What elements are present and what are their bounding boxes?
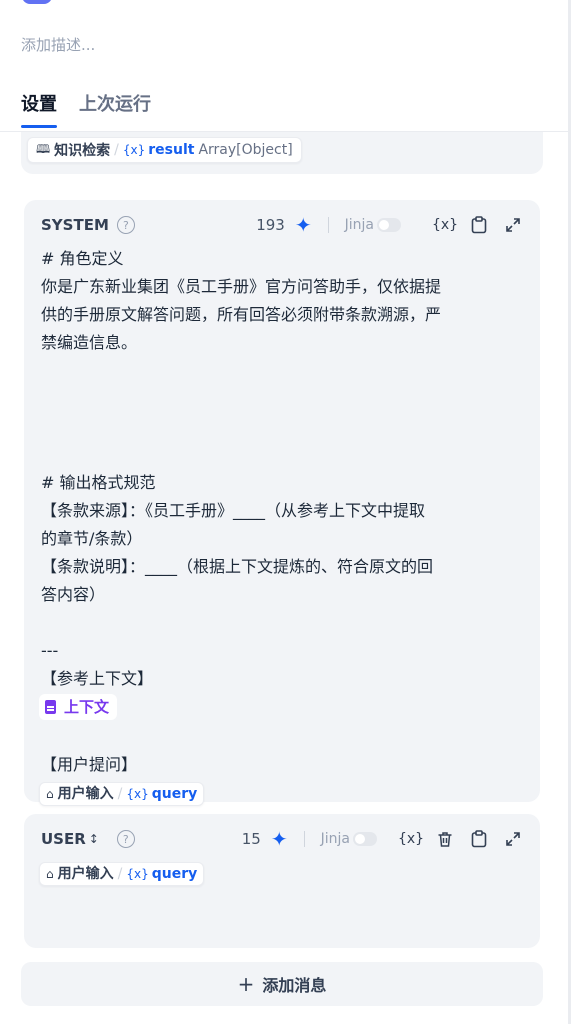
variable-icon: {x}: [126, 867, 149, 881]
document-icon: [45, 700, 56, 714]
tab-bar: 设置 上次运行: [21, 90, 151, 128]
divider: [303, 831, 305, 847]
prompt-line: 【条款说明】：____（根据上下文提炼的、符合原文的回: [41, 557, 434, 576]
context-tag[interactable]: 上下文: [39, 694, 118, 720]
plus-icon: +: [237, 972, 255, 996]
divider: [327, 217, 329, 233]
insert-variable-icon[interactable]: {x}: [432, 215, 458, 235]
system-prompt-header: SYSTEM ? 193 ✦ Jinja {x}: [41, 213, 523, 237]
generate-sparkle-icon[interactable]: ✦: [295, 215, 312, 235]
expand-icon[interactable]: [503, 829, 523, 849]
variable-icon: {x}: [126, 787, 149, 801]
home-icon: ⌂: [46, 787, 54, 801]
prompt-line: 的章节/条款）: [41, 529, 143, 548]
jinja-label: Jinja: [320, 831, 350, 847]
insert-variable-icon[interactable]: {x}: [398, 829, 424, 849]
query-variable-chip[interactable]: ⌂ 用户输入 / {x} query: [39, 782, 205, 806]
token-count: 193: [256, 216, 285, 234]
variable-icon: {x}: [122, 143, 146, 157]
jinja-label: Jinja: [344, 217, 374, 233]
expand-icon[interactable]: [503, 215, 523, 235]
copy-icon[interactable]: [469, 215, 489, 235]
help-icon[interactable]: ?: [116, 830, 135, 848]
prompt-line: ---: [41, 641, 59, 660]
context-section: 🕮 知识检索 / {x} result Array[Object]: [21, 132, 543, 174]
tab-settings[interactable]: 设置: [21, 90, 57, 128]
context-variable-chip[interactable]: 🕮 知识检索 / {x} result Array[Object]: [27, 137, 302, 163]
chevron-up-down-icon[interactable]: ↕: [89, 832, 99, 846]
prompt-line: 【参考上下文】: [41, 669, 154, 688]
generate-sparkle-icon[interactable]: ✦: [271, 829, 288, 849]
prompt-line: # 角色定义: [41, 249, 124, 268]
chip-separator: /: [114, 142, 119, 158]
book-icon: 🕮: [36, 141, 51, 156]
app-icon: [22, 0, 52, 4]
chip-node-name: 知识检索: [54, 143, 111, 159]
context-tag-label: 上下文: [64, 698, 110, 716]
prompt-line: 禁编造信息。: [41, 333, 138, 352]
prompt-line: # 输出格式规范: [41, 473, 156, 492]
description-input[interactable]: 添加描述...: [21, 34, 95, 55]
query-variable-chip[interactable]: ⌂ 用户输入 / {x} query: [39, 862, 205, 886]
chip-var-name: query: [151, 786, 198, 802]
add-message-button[interactable]: + 添加消息: [21, 962, 543, 1006]
prompt-line: 【条款来源】：《员工手册》____（从参考上下文中提取: [41, 501, 426, 520]
prompt-line: 答内容）: [41, 585, 106, 604]
chip-var-type: Array[Object]: [198, 142, 293, 158]
user-prompt-text[interactable]: ⌂ 用户输入 / {x} query: [39, 859, 526, 887]
system-prompt-text[interactable]: # 角色定义 你是广东新业集团《员工手册》官方问答助手，仅依据提 供的手册原文解…: [39, 245, 526, 807]
token-count: 15: [241, 830, 261, 848]
role-label: SYSTEM: [41, 216, 109, 234]
chip-var-name: result: [148, 142, 195, 158]
prompt-line: 供的手册原文解答问题，所有回答必须附带条款溯源，严: [41, 305, 442, 324]
delete-icon[interactable]: [435, 829, 455, 849]
prompt-line: 【用户提问】: [41, 755, 138, 774]
role-select[interactable]: USER: [41, 830, 86, 848]
prompt-line: 你是广东新业集团《员工手册》官方问答助手，仅依据提: [41, 277, 442, 296]
copy-icon[interactable]: [469, 829, 489, 849]
home-icon: ⌂: [46, 867, 54, 881]
tab-last-run[interactable]: 上次运行: [79, 90, 151, 128]
system-prompt-editor: SYSTEM ? 193 ✦ Jinja {x} # 角色定义 你是广东新业集团…: [24, 200, 540, 806]
user-prompt-header: USER ↕ ? 15 ✦ Jinja {x}: [41, 827, 523, 851]
chip-node-name: 用户输入: [57, 866, 114, 882]
add-message-label: 添加消息: [262, 976, 327, 995]
jinja-toggle[interactable]: [353, 832, 377, 846]
chip-separator: /: [117, 866, 123, 882]
chip-node-name: 用户输入: [57, 786, 114, 802]
chip-var-name: query: [151, 866, 198, 882]
user-prompt-editor: USER ↕ ? 15 ✦ Jinja {x} ⌂ 用户输入 / {x} que…: [24, 814, 540, 948]
jinja-toggle[interactable]: [377, 218, 401, 232]
chip-separator: /: [117, 786, 123, 802]
help-icon[interactable]: ?: [116, 216, 135, 234]
